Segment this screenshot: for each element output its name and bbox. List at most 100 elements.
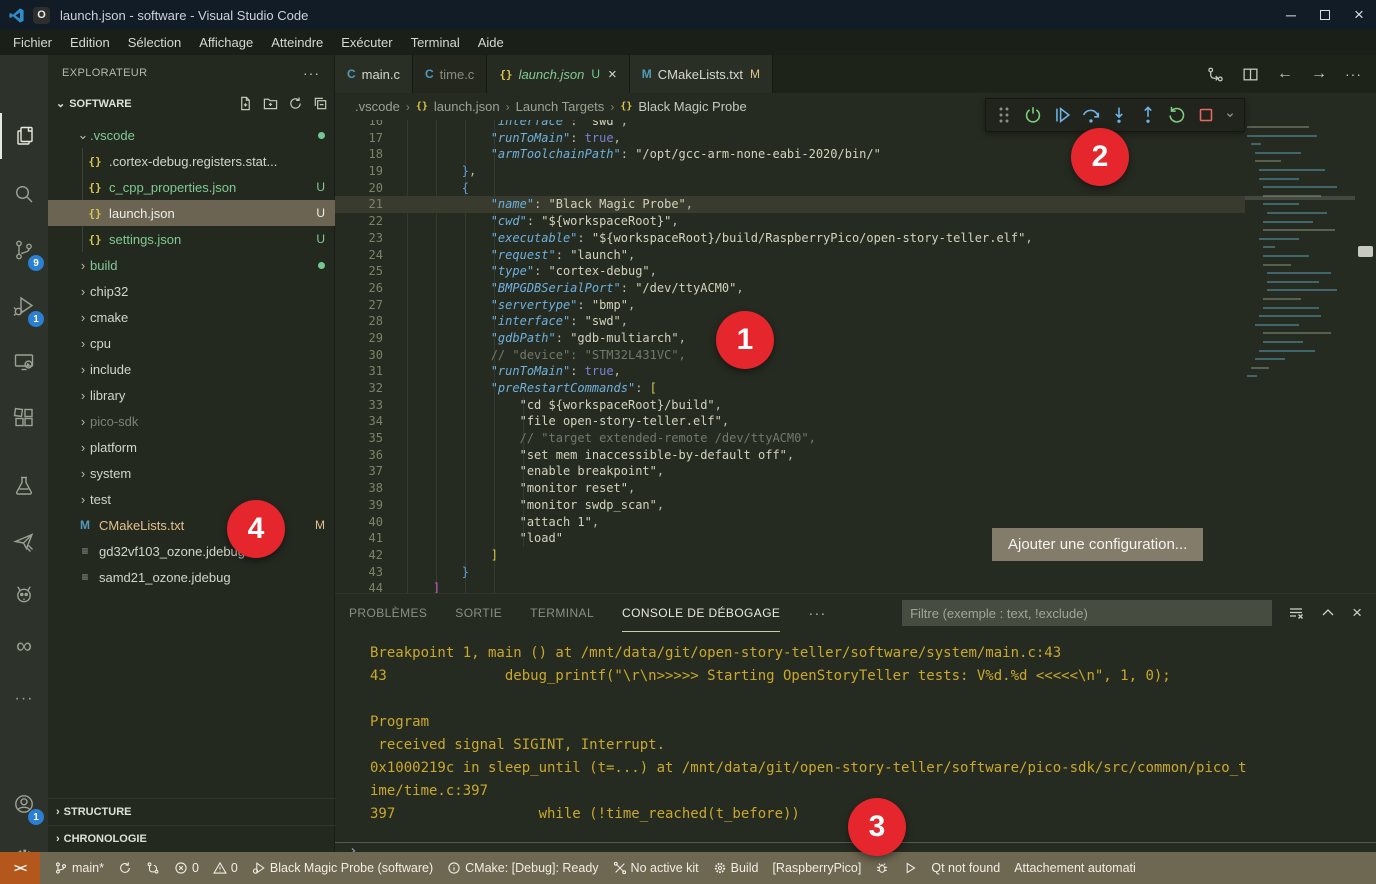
toolbar-grip[interactable]: [992, 101, 1017, 129]
explorer-more-icon[interactable]: ···: [303, 65, 320, 81]
minimap[interactable]: [1245, 120, 1355, 593]
code-line-29[interactable]: 29 "gdbPath": "gdb-multiarch",: [335, 330, 1245, 347]
code-line-34[interactable]: 34 "file open-story-teller.elf",: [335, 413, 1245, 430]
tab-time-c[interactable]: Ctime.c: [413, 55, 487, 93]
tree-file-c-cpp-properties-json[interactable]: {}c_cpp_properties.jsonU: [48, 174, 335, 200]
code-line-28[interactable]: 28 "interface": "swd",: [335, 313, 1245, 330]
status-black-magic-probe-software[interactable]: Black Magic Probe (software): [252, 861, 433, 875]
panel-close-icon[interactable]: ×: [1352, 603, 1362, 623]
code-line-21[interactable]: 21 "name": "Black Magic Probe",: [335, 196, 1245, 213]
activity-extension-plane[interactable]: [0, 519, 48, 565]
status-raspberrypico[interactable]: [RaspberryPico]: [772, 861, 861, 875]
code-line-23[interactable]: 23 "executable": "${workspaceRoot}/build…: [335, 230, 1245, 247]
menu-item-slection[interactable]: Sélection: [119, 32, 190, 53]
panel-tab-probl-mes[interactable]: PROBLÈMES: [349, 594, 427, 632]
status-main[interactable]: main*: [54, 861, 104, 875]
code-line-31[interactable]: 31 "runToMain": true,: [335, 363, 1245, 380]
panel-tab-terminal[interactable]: TERMINAL: [530, 594, 594, 632]
panel-maximize-icon[interactable]: [1320, 605, 1336, 621]
close-button[interactable]: ×: [1342, 0, 1376, 30]
code-line-24[interactable]: 24 "request": "launch",: [335, 247, 1245, 264]
activity-run-debug[interactable]: 1: [0, 283, 48, 329]
add-configuration-button[interactable]: Ajouter une configuration...: [992, 528, 1203, 561]
activity-remote-explorer[interactable]: [0, 339, 48, 385]
activity-search[interactable]: [0, 171, 48, 217]
code-line-27[interactable]: 27 "servertype": "bmp",: [335, 297, 1245, 314]
tree-file--cortex-debug-registers-stat---[interactable]: {}.cortex-debug.registers.stat...: [48, 148, 335, 174]
tree-folder-system[interactable]: ›system: [48, 460, 335, 486]
filter-input[interactable]: Filtre (exemple : text, !exclude): [902, 600, 1272, 626]
code-line-38[interactable]: 38 "monitor reset",: [335, 480, 1245, 497]
nav-forward-icon[interactable]: →: [1311, 65, 1327, 83]
activity-source-control[interactable]: 9: [0, 227, 48, 273]
tree-file-samd21-ozone-jdebug[interactable]: ≡samd21_ozone.jdebug: [48, 564, 335, 590]
debug-step-out-button[interactable]: [1136, 101, 1161, 129]
tree-folder-chip32[interactable]: ›chip32: [48, 278, 335, 304]
toolbar-chevron-down-icon[interactable]: [1222, 101, 1238, 129]
code-line-33[interactable]: 33 "cd ${workspaceRoot}/build",: [335, 397, 1245, 414]
collapse-all-icon[interactable]: [313, 96, 328, 111]
status-bug[interactable]: [875, 861, 889, 875]
debug-step-into-button[interactable]: [1107, 101, 1132, 129]
tree-file-launch-json[interactable]: {}launch.jsonU: [48, 200, 335, 226]
tree-folder--vscode[interactable]: ⌄.vscode: [48, 122, 335, 148]
menu-item-fichier[interactable]: Fichier: [4, 32, 61, 53]
menu-item-edition[interactable]: Edition: [61, 32, 119, 53]
tab-close-icon[interactable]: ×: [608, 66, 617, 83]
activity-extension-bug-face[interactable]: [0, 571, 48, 617]
tree-file-gd32vf103-ozone-jdebug[interactable]: ≡gd32vf103_ozone.jdebug: [48, 538, 335, 564]
minimize-button[interactable]: ─: [1274, 0, 1308, 30]
section-structure[interactable]: ›STRUCTURE: [48, 798, 335, 825]
debug-stop-button[interactable]: [1193, 101, 1218, 129]
status-no-active-kit[interactable]: No active kit: [613, 861, 699, 875]
clear-console-icon[interactable]: [1288, 605, 1304, 621]
status-qt-not-found[interactable]: Qt not found: [931, 861, 1000, 875]
menu-item-atteindre[interactable]: Atteindre: [262, 32, 332, 53]
breadcrumb-item[interactable]: Launch Targets: [516, 99, 605, 114]
tab-launch-json[interactable]: {}launch.jsonU×: [487, 55, 629, 93]
code-editor[interactable]: 16 "interface": "swd",17 "runToMain": tr…: [335, 120, 1376, 593]
menu-item-affichage[interactable]: Affichage: [190, 32, 262, 53]
activity-testing[interactable]: [0, 463, 48, 509]
status-cmake-debug-ready[interactable]: CMake: [Debug]: Ready: [447, 861, 598, 875]
menu-item-terminal[interactable]: Terminal: [402, 32, 469, 53]
panel-tab-sortie[interactable]: SORTIE: [455, 594, 502, 632]
code-line-39[interactable]: 39 "monitor swdp_scan",: [335, 497, 1245, 514]
code-line-22[interactable]: 22 "cwd": "${workspaceRoot}",: [335, 213, 1245, 230]
code-line-37[interactable]: 37 "enable breakpoint",: [335, 463, 1245, 480]
tree-folder-build[interactable]: ›build: [48, 252, 335, 278]
status-git-compare[interactable]: [146, 861, 160, 875]
activity-more[interactable]: ···: [0, 687, 48, 711]
code-line-32[interactable]: 32 "preRestartCommands": [: [335, 380, 1245, 397]
open-changes-icon[interactable]: [1207, 66, 1224, 83]
debug-restart-button[interactable]: [1165, 101, 1190, 129]
code-line-43[interactable]: 43 }: [335, 564, 1245, 581]
activity-extension-vs[interactable]: ∞: [0, 623, 48, 669]
explorer-section-software[interactable]: ⌄ SOFTWARE: [48, 90, 334, 117]
debug-step-over-button[interactable]: [1078, 101, 1103, 129]
nav-back-icon[interactable]: ←: [1277, 65, 1293, 83]
new-folder-icon[interactable]: [263, 96, 278, 111]
debug-continue-button[interactable]: [1050, 101, 1075, 129]
code-line-25[interactable]: 25 "type": "cortex-debug",: [335, 263, 1245, 280]
status-0[interactable]: 0: [174, 861, 199, 875]
tree-folder-cmake[interactable]: ›cmake: [48, 304, 335, 330]
status-sync[interactable]: [118, 861, 132, 875]
menu-item-aide[interactable]: Aide: [469, 32, 513, 53]
scrollbar-thumb[interactable]: [1358, 246, 1373, 257]
debug-power-button[interactable]: [1021, 101, 1046, 129]
maximize-button[interactable]: [1308, 0, 1342, 30]
tab-CMakeLists-txt[interactable]: MCMakeLists.txtM: [630, 55, 773, 93]
activity-explorer[interactable]: [0, 113, 48, 159]
status-build[interactable]: Build: [713, 861, 759, 875]
tree-folder-include[interactable]: ›include: [48, 356, 335, 382]
status-0[interactable]: 0: [213, 861, 238, 875]
status-attachement-automati[interactable]: Attachement automati: [1014, 861, 1136, 875]
new-file-icon[interactable]: [238, 96, 253, 111]
status-play[interactable]: [903, 861, 917, 875]
code-line-30[interactable]: 30 // "device": "STM32L431VC",: [335, 347, 1245, 364]
split-editor-icon[interactable]: [1242, 66, 1259, 83]
breadcrumb-item[interactable]: launch.json: [434, 99, 500, 114]
menu-item-excuter[interactable]: Exécuter: [332, 32, 401, 53]
tree-folder-test[interactable]: ›test: [48, 486, 335, 512]
